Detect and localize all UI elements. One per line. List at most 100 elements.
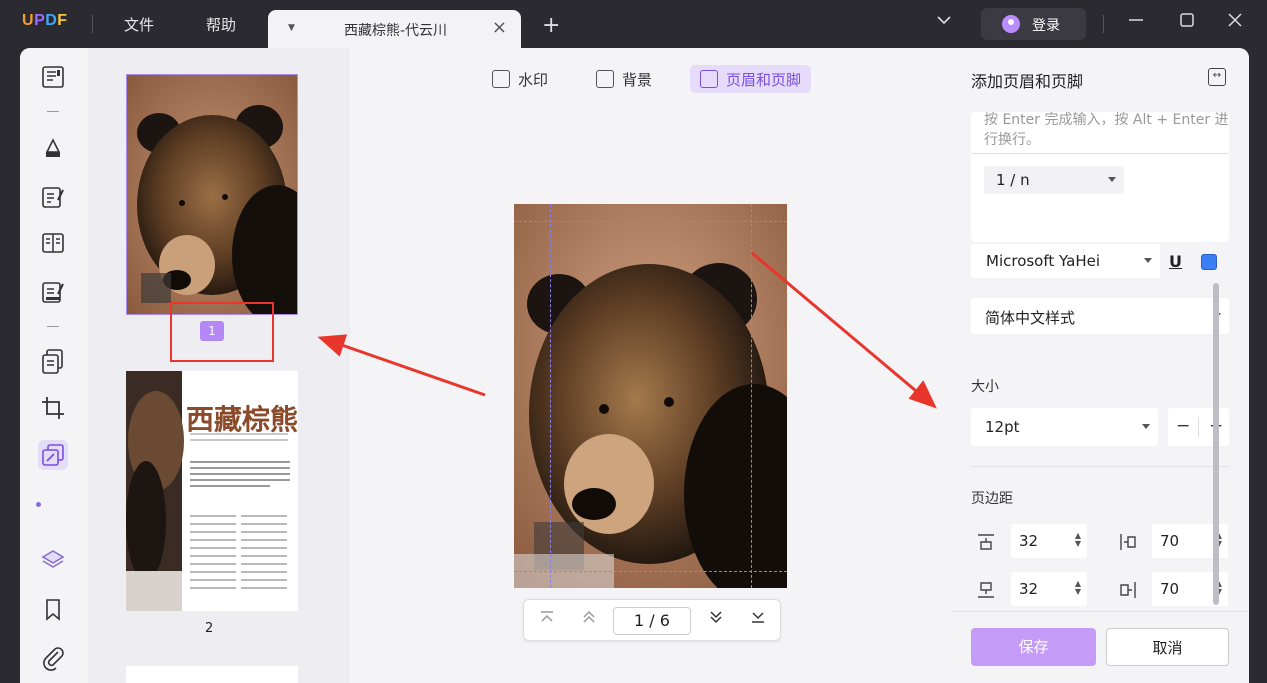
left-toolbar	[20, 48, 88, 683]
document-tab[interactable]: ▼ 西藏棕熊-代云川 ×	[268, 10, 521, 48]
style-select[interactable]: 简体中文样式	[971, 298, 1229, 334]
margin-guide	[751, 204, 752, 588]
top-margin-icon	[976, 532, 996, 552]
style-value: 简体中文样式	[985, 309, 1076, 327]
input-hint: 按 Enter 完成输入，按 Alt + Enter 进行换行。	[984, 112, 1229, 148]
margin-label: 页边距	[971, 491, 1013, 507]
bottom-margin-icon	[976, 580, 996, 600]
form-icon[interactable]	[38, 277, 68, 307]
watermark-icon	[492, 70, 510, 88]
last-page-icon[interactable]	[750, 609, 766, 629]
layers-icon[interactable]	[38, 545, 68, 575]
left-margin-value: 70	[1160, 532, 1180, 550]
background-icon	[596, 70, 614, 88]
login-label: 登录	[1032, 18, 1060, 34]
title-bar: UPDF 文件 帮助 ▼ 西藏棕熊-代云川 × + 登录	[0, 0, 1267, 48]
panel-handle[interactable]	[36, 502, 41, 507]
chevron-down-icon	[1142, 424, 1150, 429]
comment-icon[interactable]	[38, 132, 68, 162]
tab-background-label: 背景	[622, 71, 653, 89]
bottom-margin-value: 32	[1019, 580, 1039, 598]
margin-guide	[514, 571, 787, 572]
cancel-button[interactable]: 取消	[1106, 628, 1229, 666]
thumbnail-page-1[interactable]	[126, 74, 298, 315]
tab-background[interactable]: 背景	[586, 65, 662, 93]
document-area: 水印 背景 页眉和页脚 1 / 6	[350, 48, 952, 683]
page-number-input[interactable]: 1 / 6	[613, 607, 691, 635]
size-stepper: − +	[1168, 408, 1229, 446]
divider	[92, 15, 93, 33]
panel-scrollbar[interactable]	[1213, 283, 1219, 605]
organize-pages-icon[interactable]	[38, 228, 68, 258]
edit-pdf-icon[interactable]	[38, 182, 68, 212]
previous-page-icon[interactable]	[581, 609, 597, 629]
divider	[971, 466, 1229, 467]
thumbnail-pane: 1 西藏棕熊 2	[88, 48, 350, 683]
top-margin-input[interactable]: 32 ▲ ▼	[1011, 524, 1087, 558]
next-page-icon[interactable]	[708, 609, 724, 629]
crop-icon[interactable]	[38, 393, 68, 423]
tab-header-footer-label: 页眉和页脚	[726, 71, 802, 89]
header-footer-panel: 添加页眉和页脚 ↔ 按 Enter 完成输入，按 Alt + Enter 进行换…	[952, 48, 1249, 683]
convert-icon[interactable]	[38, 346, 68, 376]
font-value: Microsoft YaHei	[986, 252, 1100, 270]
right-margin-icon	[1118, 580, 1138, 600]
main-surface: 1 西藏棕熊 2 水印 背景 页眉和页脚 1 / 6 添加页眉和页脚 ↔ 按 E…	[20, 48, 1249, 683]
bookmark-icon[interactable]	[38, 594, 68, 624]
swap-icon[interactable]: ↔	[1208, 68, 1226, 86]
divider	[1198, 417, 1199, 437]
left-margin-icon	[1118, 532, 1138, 552]
header-footer-icon	[700, 70, 718, 88]
toolbar-divider	[47, 326, 59, 327]
avatar-icon	[1002, 15, 1020, 33]
menu-help[interactable]: 帮助	[206, 14, 236, 35]
chevron-down-icon	[1144, 258, 1152, 263]
page-format-select[interactable]: 1 / n	[984, 166, 1124, 194]
reader-icon[interactable]	[38, 62, 68, 92]
tab-title: 西藏棕熊-代云川	[344, 23, 448, 39]
divider	[1103, 15, 1104, 33]
chevron-down-icon[interactable]	[937, 14, 951, 28]
first-page-icon[interactable]	[539, 609, 555, 629]
top-margin-value: 32	[1019, 532, 1039, 550]
thumbnail-title: 西藏棕熊	[186, 403, 298, 436]
stepper-arrows-icon[interactable]: ▲▼	[1075, 532, 1081, 548]
close-window-icon[interactable]	[1227, 12, 1243, 33]
stepper-arrows-icon[interactable]: ▲▼	[1075, 580, 1081, 596]
menu-file[interactable]: 文件	[124, 14, 154, 35]
annotation-highlight-box	[170, 302, 274, 362]
page-tools-icon[interactable]	[38, 440, 68, 470]
page-preview[interactable]	[514, 204, 787, 588]
size-label: 大小	[971, 379, 999, 395]
font-select[interactable]: Microsoft YaHei	[971, 244, 1160, 278]
size-select[interactable]: 12pt	[971, 408, 1158, 446]
bottom-margin-input[interactable]: 32 ▲ ▼	[1011, 572, 1087, 606]
page-format-value: 1 / n	[996, 171, 1030, 189]
font-color-swatch[interactable]	[1201, 254, 1217, 270]
login-button[interactable]: 登录	[981, 8, 1086, 40]
divider	[971, 153, 1229, 154]
chevron-down-icon	[1108, 177, 1116, 182]
tab-watermark-label: 水印	[518, 71, 549, 89]
margin-guide	[550, 204, 551, 588]
close-tab-icon[interactable]: ×	[492, 17, 507, 38]
right-margin-value: 70	[1160, 580, 1180, 598]
attachment-icon[interactable]	[38, 642, 68, 672]
updf-logo: UPDF	[22, 12, 68, 29]
page-number-label: 2	[205, 621, 214, 636]
page-navigator: 1 / 6	[523, 599, 781, 641]
tab-watermark[interactable]: 水印	[482, 65, 558, 93]
panel-title: 添加页眉和页脚	[971, 72, 1084, 91]
new-tab-icon[interactable]: +	[542, 15, 560, 37]
maximize-icon[interactable]	[1179, 12, 1195, 33]
decrease-size-button[interactable]: −	[1176, 416, 1190, 436]
minimize-icon[interactable]	[1128, 12, 1144, 33]
tab-header-footer[interactable]: 页眉和页脚	[690, 65, 812, 93]
underline-icon[interactable]: U	[1169, 252, 1182, 271]
tab-menu-icon[interactable]: ▼	[288, 23, 295, 33]
save-button[interactable]: 保存	[971, 628, 1096, 666]
thumbnail-page-3[interactable]	[126, 666, 298, 683]
margin-guide	[514, 221, 787, 222]
toolbar-divider	[47, 111, 59, 112]
thumbnail-page-2[interactable]: 西藏棕熊	[126, 371, 298, 611]
